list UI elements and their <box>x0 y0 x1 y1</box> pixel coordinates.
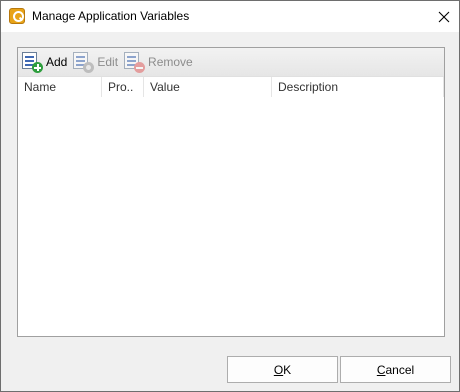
column-header-name[interactable]: Name <box>18 77 102 97</box>
column-header-pro[interactable]: Pro.. <box>102 77 144 97</box>
dialog-window: Manage Application Variables Add Edit Re… <box>0 0 460 392</box>
variables-panel: Add Edit Remove Name Pro.. Value Descrip… <box>17 47 445 337</box>
add-variable-icon <box>21 51 43 73</box>
title-bar: Manage Application Variables <box>1 1 459 32</box>
cancel-button[interactable]: Cancel <box>340 356 451 383</box>
content-area: Add Edit Remove Name Pro.. Value Descrip… <box>8 38 453 346</box>
edit-variable-icon <box>72 51 95 73</box>
app-icon <box>9 8 25 24</box>
add-button[interactable]: Add <box>21 50 67 74</box>
remove-variable-icon <box>123 51 146 73</box>
add-button-label: Add <box>46 55 68 69</box>
column-header-value[interactable]: Value <box>144 77 272 97</box>
remove-button-label: Remove <box>148 55 193 69</box>
dialog-footer: OK Cancel <box>1 348 459 391</box>
variables-list[interactable] <box>18 97 444 336</box>
list-header: Name Pro.. Value Description <box>18 77 444 97</box>
edit-button[interactable]: Edit <box>72 50 118 74</box>
ok-button[interactable]: OK <box>227 356 338 383</box>
window-title: Manage Application Variables <box>32 9 190 23</box>
column-header-description[interactable]: Description <box>272 77 444 97</box>
close-icon <box>438 11 450 22</box>
edit-button-label: Edit <box>97 55 119 69</box>
close-button[interactable] <box>429 1 459 32</box>
cancel-button-label: Cancel <box>376 362 415 377</box>
ok-button-label: OK <box>273 362 292 377</box>
toolbar: Add Edit Remove <box>18 48 444 77</box>
remove-button[interactable]: Remove <box>123 50 193 74</box>
